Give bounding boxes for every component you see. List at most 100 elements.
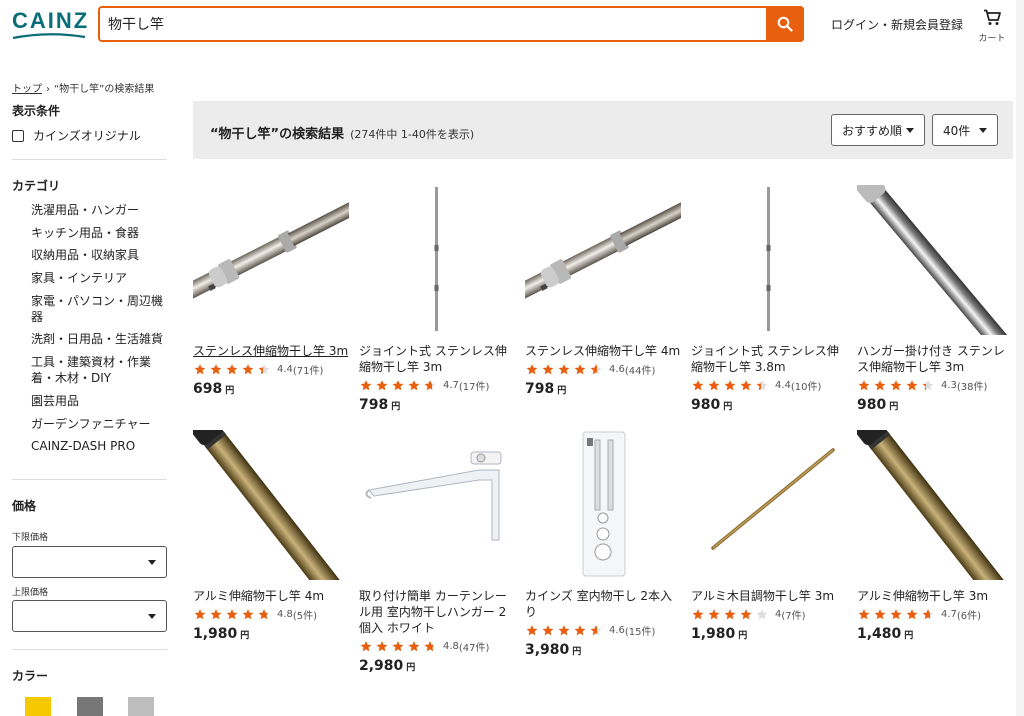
star-icon [922,609,934,620]
price-value: 1,980 [193,626,238,642]
breadcrumb-current: “物干し竿”の検索結果 [54,84,155,95]
rating-value: 4.6 [609,364,625,375]
product-image[interactable] [691,185,847,335]
currency-unit: 円 [391,402,401,412]
category-item[interactable]: 家電・パソコン・周辺機器 [31,293,163,325]
star-icon [874,380,886,391]
product-rating: 4.6 (44件) [525,362,655,377]
product-image[interactable] [525,430,681,580]
per-page-dropdown[interactable]: 40件 [932,114,998,146]
star-icon [542,625,554,636]
currency-unit: 円 [240,631,250,641]
color-swatch-yellow[interactable] [25,697,51,716]
product-image[interactable] [857,185,1013,335]
category-item[interactable]: 家具・インテリア [31,270,163,286]
product-rating: 4.7 (6件) [857,607,981,622]
star-icon [858,609,870,620]
star-rating [193,363,273,376]
star-icon [424,641,436,652]
star-rating [691,608,771,621]
product-image[interactable] [525,185,681,335]
per-page-label: 40件 [943,123,971,138]
star-icon [692,380,704,391]
star-icon [858,380,870,391]
cainz-logo[interactable]: CAINZ [12,10,88,40]
product-rating: 4.7 (17件) [359,378,489,393]
rating-value: 4.7 [941,609,957,620]
product-image[interactable] [691,430,847,580]
search-input[interactable] [100,8,768,40]
star-icon [558,625,570,636]
star-icon [360,641,372,652]
star-icon [740,380,752,391]
star-icon [906,609,918,620]
color-swatch-light-gray[interactable] [128,697,154,716]
star-icon [724,380,736,391]
star-icon [424,380,436,391]
star-icon [874,609,886,620]
star-rating [525,624,605,637]
breadcrumb-home[interactable]: トップ [12,84,42,95]
product-image[interactable] [857,430,1013,580]
product-name[interactable]: ジョイント式 ステンレス伸縮物干し竿 3.8m [691,343,847,375]
category-item[interactable]: ガーデンファニチャー [31,416,163,432]
min-price-select[interactable] [12,546,167,578]
product-price: 980 円 [691,397,732,413]
product-name[interactable]: アルミ伸縮物干し竿 3m [857,588,1013,604]
product-name[interactable]: ハンガー掛け付き ステンレス伸縮物干し竿 3m [857,343,1013,375]
product-price: 2,980 円 [359,658,415,674]
product-name[interactable]: 取り付け簡単 カーテンレール用 室内物干しハンガー 2個入 ホワイト [359,588,515,636]
currency-unit: 円 [723,402,733,412]
price-value: 1,980 [691,626,736,642]
product-name[interactable]: カインズ 室内物干し 2本入り [525,588,681,620]
login-register-link[interactable]: ログイン・新規会員登録 [831,16,963,33]
min-price-label: 下限価格 [12,533,49,543]
color-heading: カラー [12,669,49,683]
star-icon [392,641,404,652]
category-item[interactable]: 収納用品・収納家具 [31,247,163,263]
product-name[interactable]: アルミ木目調物干し竿 3m [691,588,847,604]
product-name[interactable]: アルミ伸縮物干し竿 4m [193,588,349,604]
product-rating: 4.6 (15件) [525,623,655,638]
star-icon [408,641,420,652]
star-icon [692,609,704,620]
checkbox[interactable] [12,129,24,142]
review-count: (44件) [624,366,656,377]
product-name[interactable]: ジョイント式 ステンレス伸縮物干し竿 3m [359,343,515,375]
scrollbar[interactable] [1016,0,1024,716]
product-price: 1,480 円 [857,626,913,642]
product-rating: 4 (7件) [691,607,806,622]
product-name[interactable]: ステンレス伸縮物干し竿 4m [525,343,681,359]
star-icon [376,641,388,652]
max-price-select[interactable] [12,600,167,632]
product-image[interactable] [193,185,349,335]
cainz-original-filter[interactable]: カインズオリジナル [12,127,141,144]
max-price-label: 上限価格 [12,588,49,598]
star-rating [691,379,771,392]
color-swatch-gray[interactable] [77,697,103,716]
product-price: 1,980 円 [193,626,249,642]
category-item[interactable]: 洗濯用品・ハンガー [31,202,163,218]
star-icon [526,364,538,375]
category-item[interactable]: 園芸用品 [31,393,163,409]
product-price: 1,980 円 [691,626,747,642]
category-item[interactable]: 洗剤・日用品・生活雑貨 [31,331,163,347]
product-rating: 4.4 (71件) [193,362,323,377]
sort-label: おすすめ順 [842,123,903,138]
search-button[interactable] [766,6,804,42]
price-value: 798 [525,381,555,397]
product-image[interactable] [193,430,349,580]
rating-value: 4.8 [443,641,459,652]
product-image[interactable] [359,430,515,580]
product-name[interactable]: ステンレス伸縮物干し竿 3m [193,343,349,359]
category-item[interactable]: 工具・建築資材・作業着・木材・DIY [31,354,163,386]
review-count: (10件) [790,382,822,393]
product-image[interactable] [359,185,515,335]
category-item[interactable]: CAINZ-DASH PRO [31,438,163,454]
cart-button[interactable]: カート [976,9,1008,44]
product-price: 980 円 [857,397,898,413]
category-item[interactable]: キッチン用品・食器 [31,225,163,241]
sort-dropdown[interactable]: おすすめ順 [831,114,925,146]
star-icon [756,609,768,620]
star-icon [740,609,752,620]
